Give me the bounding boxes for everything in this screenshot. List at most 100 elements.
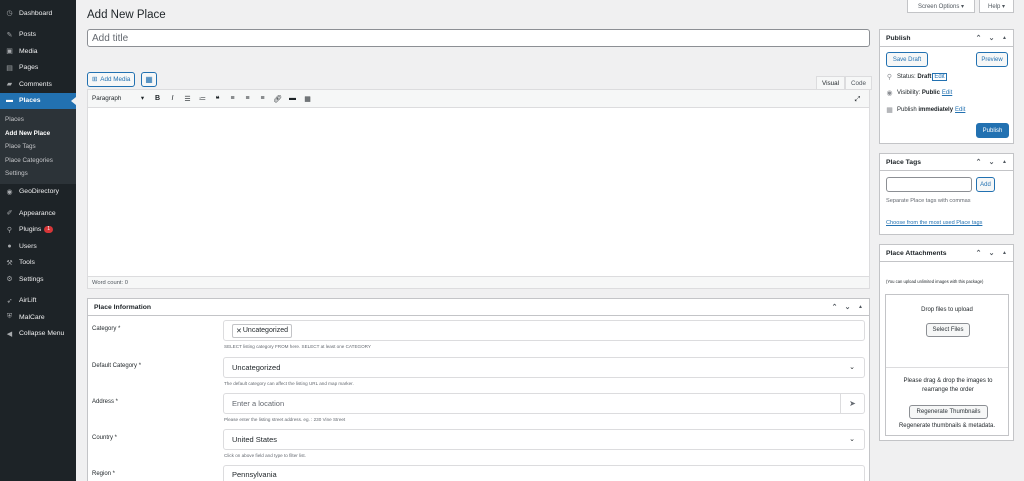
move-down-icon[interactable]: ⌄ <box>986 247 997 259</box>
shortcode-builder-button[interactable]: ▦ <box>141 72 157 87</box>
tag-input[interactable] <box>886 177 972 192</box>
submenu-places[interactable]: Places <box>0 113 76 127</box>
publish-box: Publish ⌃ ⌄ ▲ Save Draft Preview ⚲ Statu… <box>879 29 1014 144</box>
category-select[interactable]: ✕ Uncategorized <box>223 320 865 341</box>
save-draft-button[interactable]: Save Draft <box>886 52 928 67</box>
toolbar-toggle-icon[interactable]: ▦ <box>300 92 315 106</box>
italic-icon[interactable]: I <box>165 92 180 106</box>
locate-icon[interactable]: ➤ <box>840 394 864 413</box>
rocket-icon: ➶ <box>6 297 13 305</box>
read-more-icon[interactable]: ▬ <box>285 92 300 106</box>
chevron-down-icon: ⌄ <box>849 364 855 371</box>
edit-status-link[interactable]: Edit <box>932 73 947 81</box>
regenerate-text: Regenerate thumbnails & metadata. <box>898 423 996 429</box>
menu-posts[interactable]: ✎ Posts <box>0 27 76 44</box>
align-center-icon[interactable]: ≡ <box>240 92 255 106</box>
toggle-panel-icon[interactable]: ▲ <box>855 301 866 313</box>
plugin-icon: ⚲ <box>6 226 13 234</box>
post-title-input[interactable] <box>87 29 870 47</box>
address-help: Please enter the listing street address.… <box>224 417 346 422</box>
country-label: Country * <box>92 435 118 441</box>
menu-geodirectory[interactable]: ◉ GeoDirectory <box>0 184 76 201</box>
submenu-add-new-place[interactable]: Add New Place <box>0 127 76 141</box>
wrench-icon: ⚒ <box>6 259 13 267</box>
address-label: Address * <box>92 399 119 405</box>
submenu-settings[interactable]: Settings <box>0 167 76 181</box>
move-down-icon[interactable]: ⌄ <box>842 301 853 313</box>
screen-options-tab[interactable]: Screen Options ▾ <box>907 0 975 13</box>
menu-collapse[interactable]: ◀ Collapse Menu <box>0 326 76 343</box>
default-category-help: The default category can affect the list… <box>224 381 354 386</box>
blockquote-icon[interactable]: ❝ <box>210 92 225 106</box>
submenu-place-tags[interactable]: Place Tags <box>0 140 76 154</box>
editor-toolbar: Paragraph ▾ B I ☰ ≔ ❝ ≡ ≡ ≡ 🔗︎ ▬ ▦ ⤢ <box>88 90 869 108</box>
move-up-icon[interactable]: ⌃ <box>973 156 984 168</box>
divider <box>886 367 1008 368</box>
toggle-panel-icon[interactable]: ▲ <box>999 247 1010 259</box>
help-tab[interactable]: Help ▾ <box>979 0 1014 13</box>
place-information-box: Place Information ⌃ ⌄ ▲ Category * ✕ Unca… <box>87 298 870 481</box>
place-tags-box: Place Tags ⌃ ⌄ ▲ Add Separate Place tags… <box>879 153 1014 235</box>
country-select[interactable]: United States ⌄ <box>223 429 865 450</box>
users-icon: ● <box>7 242 12 250</box>
menu-comments[interactable]: ▰ Comments <box>0 76 76 93</box>
remove-icon[interactable]: ✕ <box>236 327 242 335</box>
move-down-icon[interactable]: ⌄ <box>986 32 997 44</box>
region-select[interactable]: Pennsylvania <box>223 465 865 481</box>
move-up-icon[interactable]: ⌃ <box>973 247 984 259</box>
link-icon[interactable]: 🔗︎ <box>270 92 285 106</box>
category-label: Category * <box>92 326 121 332</box>
brush-icon: ✐ <box>6 210 13 218</box>
choose-tags-link[interactable]: Choose from the most used Place tags <box>886 220 982 226</box>
edit-visibility-link[interactable]: Edit <box>942 90 952 96</box>
select-files-button[interactable]: Select Files <box>926 323 970 337</box>
menu-settings[interactable]: ⚙ Settings <box>0 271 76 288</box>
default-category-select[interactable]: Uncategorized ⌄ <box>223 357 865 378</box>
tab-visual[interactable]: Visual <box>816 76 846 90</box>
drop-zone[interactable]: Drop files to upload Select Files Please… <box>885 294 1009 436</box>
toggle-panel-icon[interactable]: ▲ <box>999 32 1010 44</box>
eye-icon: ◉ <box>886 90 893 97</box>
regenerate-thumbnails-button[interactable]: Regenerate Thumbnails <box>909 405 988 419</box>
menu-tools[interactable]: ⚒ Tools <box>0 255 76 272</box>
chevron-down-icon: ▾ <box>140 95 144 102</box>
submenu-place-categories[interactable]: Place Categories <box>0 154 76 168</box>
align-right-icon[interactable]: ≡ <box>255 92 270 106</box>
address-input[interactable]: Enter a location ➤ <box>223 393 865 414</box>
menu-airlift[interactable]: ➶ AirLift <box>0 293 76 310</box>
menu-pages[interactable]: ▤ Pages <box>0 60 76 77</box>
preview-button[interactable]: Preview <box>976 52 1008 67</box>
publish-button[interactable]: Publish <box>976 123 1009 138</box>
move-up-icon[interactable]: ⌃ <box>829 301 840 313</box>
place-attachments-header: Place Attachments ⌃ ⌄ ▲ <box>880 245 1013 262</box>
menu-media[interactable]: ▣ Media <box>0 43 76 60</box>
align-left-icon[interactable]: ≡ <box>225 92 240 106</box>
tab-code[interactable]: Code <box>845 76 873 90</box>
add-tag-button[interactable]: Add <box>976 177 995 192</box>
menu-malcare[interactable]: ⛨ MalCare <box>0 309 76 326</box>
bullet-list-icon[interactable]: ☰ <box>180 92 195 106</box>
menu-users[interactable]: ● Users <box>0 238 76 255</box>
visibility-row: ◉ Visibility: Public Edit <box>886 90 953 97</box>
admin-sidebar: ◷ Dashboard ✎ Posts ▣ Media ▤ Pages ▰ Comment… <box>0 0 76 481</box>
edit-schedule-link[interactable]: Edit <box>955 107 965 113</box>
menu-places[interactable]: ▬ Places <box>0 92 76 109</box>
editor-body[interactable] <box>88 108 869 278</box>
move-down-icon[interactable]: ⌄ <box>986 156 997 168</box>
bold-icon[interactable]: B <box>150 92 165 106</box>
fullscreen-icon[interactable]: ⤢ <box>850 93 865 107</box>
folder-icon: ▬ <box>6 97 13 105</box>
format-select[interactable]: Paragraph ▾ <box>92 95 144 102</box>
add-media-button[interactable]: ⊞ Add Media <box>87 72 136 87</box>
dashboard-icon: ◷ <box>6 10 13 18</box>
media-icon: ▣ <box>6 48 13 56</box>
move-up-icon[interactable]: ⌃ <box>973 32 984 44</box>
toggle-panel-icon[interactable]: ▲ <box>999 156 1010 168</box>
menu-dashboard[interactable]: ◷ Dashboard <box>0 5 76 22</box>
numbered-list-icon[interactable]: ≔ <box>195 92 210 106</box>
category-chip[interactable]: ✕ Uncategorized <box>232 323 293 338</box>
place-attachments-box: Place Attachments ⌃ ⌄ ▲ (You can upload … <box>879 244 1014 441</box>
menu-plugins[interactable]: ⚲ Plugins 1 <box>0 222 76 239</box>
menu-appearance[interactable]: ✐ Appearance <box>0 205 76 222</box>
globe-icon: ◉ <box>6 188 13 196</box>
